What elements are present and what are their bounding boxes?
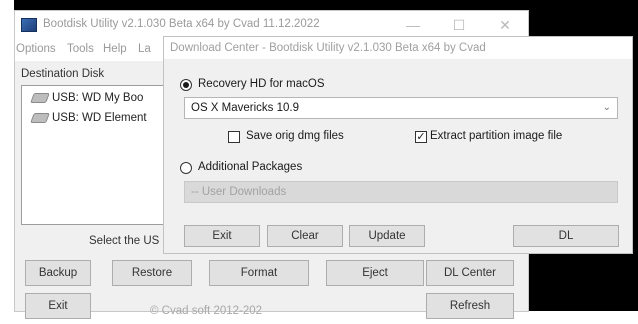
extract-image-checkbox[interactable]: ✓ — [415, 131, 427, 143]
bottom-margin — [0, 311, 638, 324]
download-center-dialog: Download Center - Bootdisk Utility v2.1.… — [163, 36, 633, 254]
menu-tools[interactable]: Tools — [67, 43, 94, 55]
drive-icon — [30, 113, 50, 123]
maximize-button[interactable]: ☐ — [436, 11, 482, 39]
disk-item[interactable]: USB: WD My Boo — [30, 90, 144, 106]
dialog-exit-button[interactable]: Exit — [184, 225, 260, 247]
format-button[interactable]: Format — [209, 260, 309, 286]
eject-button[interactable]: Eject — [326, 260, 424, 286]
recovery-hd-radio[interactable] — [180, 79, 192, 91]
extract-image-label[interactable]: Extract partition image file — [430, 130, 562, 142]
dialog-update-button[interactable]: Update — [349, 225, 425, 247]
exit-button[interactable]: Exit — [25, 293, 91, 319]
destination-disk-label: Destination Disk — [21, 68, 105, 80]
disk-item[interactable]: USB: WD Element — [30, 110, 147, 126]
recovery-hd-label[interactable]: Recovery HD for macOS — [198, 78, 325, 90]
packages-select: -- User Downloads — [184, 181, 618, 203]
dialog-clear-button[interactable]: Clear — [267, 225, 343, 247]
packages-value: -- User Downloads — [191, 186, 287, 198]
os-version-select[interactable]: OS X Mavericks 10.9 ⌄ — [184, 97, 618, 119]
additional-packages-label[interactable]: Additional Packages — [198, 161, 302, 173]
left-margin — [0, 0, 14, 324]
save-dmg-label[interactable]: Save orig dmg files — [246, 130, 344, 142]
close-button[interactable]: ✕ — [482, 11, 528, 39]
app-icon — [21, 18, 37, 32]
restore-button[interactable]: Restore — [112, 260, 192, 286]
dl-center-button[interactable]: DL Center — [426, 260, 514, 286]
checkmark-icon: ✓ — [416, 131, 426, 143]
menu-help[interactable]: Help — [103, 43, 127, 55]
select-usb-label: Select the US — [89, 235, 160, 247]
refresh-button[interactable]: Refresh — [426, 293, 514, 319]
window-title: Bootdisk Utility v2.1.030 Beta x64 by Cv… — [43, 18, 320, 30]
backup-button[interactable]: Backup — [25, 260, 91, 286]
drive-icon — [30, 93, 50, 103]
menu-options[interactable]: Options — [16, 43, 56, 55]
os-version-value: OS X Mavericks 10.9 — [191, 102, 300, 114]
disk-item-label: USB: WD My Boo — [52, 92, 144, 104]
radio-selected-dot — [183, 82, 189, 88]
destination-disk-list[interactable]: USB: WD My Boo USB: WD Element — [21, 85, 181, 225]
dialog-title: Download Center - Bootdisk Utility v2.1.… — [164, 37, 632, 59]
minimize-button[interactable]: — — [390, 11, 436, 39]
additional-packages-radio[interactable] — [180, 162, 192, 174]
disk-item-label: USB: WD Element — [52, 112, 147, 124]
copyright-text: © Cvad soft 2012-202 — [150, 305, 263, 317]
save-dmg-checkbox[interactable] — [228, 131, 240, 143]
menu-language[interactable]: La — [138, 43, 151, 55]
title-bar: Bootdisk Utility v2.1.030 Beta x64 by Cv… — [15, 11, 528, 39]
dialog-dl-button[interactable]: DL — [513, 225, 619, 247]
chevron-down-icon[interactable]: ⌄ — [603, 98, 611, 118]
